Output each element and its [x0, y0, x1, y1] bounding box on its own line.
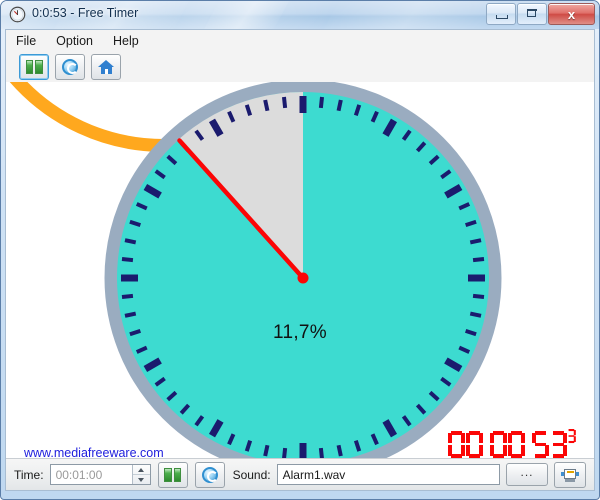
clock-canvas: 11,7% — [6, 82, 594, 491]
minimize-icon — [496, 15, 508, 19]
seg-digit — [532, 431, 549, 458]
glass-streak — [317, 1, 505, 29]
time-spinner-buttons[interactable] — [131, 465, 150, 484]
toolbar-pause-button[interactable] — [19, 54, 49, 80]
maximize-button[interactable] — [517, 3, 547, 25]
menu-item-option[interactable]: Option — [46, 32, 103, 50]
segment-a — [535, 431, 546, 435]
segment-e — [490, 445, 494, 456]
segment-b — [461, 433, 465, 443]
seg-digit — [448, 431, 465, 458]
segment-b — [521, 433, 525, 443]
seg-digit — [466, 431, 483, 458]
spinner-up-button[interactable] — [132, 465, 150, 475]
readout-minutes — [490, 431, 525, 458]
segment-b — [503, 433, 507, 443]
pause-icon — [25, 60, 43, 74]
reset-icon — [62, 59, 78, 75]
readout-tenths — [567, 429, 576, 444]
monitor-icon — [561, 468, 579, 482]
home-icon — [97, 60, 115, 74]
toolbar — [6, 52, 594, 82]
toolbar-home-button[interactable] — [91, 54, 121, 80]
segment-g — [568, 435, 575, 437]
readout-seconds — [532, 431, 567, 458]
minimize-button[interactable] — [486, 3, 516, 25]
free-timer-window: 0:0:53 - Free Timer x File Option Help 1… — [0, 0, 600, 500]
window-title: 0:0:53 - Free Timer — [32, 6, 139, 20]
percent-label: 11,7% — [273, 322, 327, 343]
menu-item-help[interactable]: Help — [103, 32, 149, 50]
reset-icon — [201, 466, 218, 483]
segment-f — [532, 433, 536, 443]
window-controls: x — [486, 3, 595, 25]
time-input[interactable]: 00:01:00 — [50, 465, 132, 484]
seg-digit — [508, 431, 525, 458]
title-bar[interactable]: 0:0:53 - Free Timer x — [1, 1, 599, 29]
segment-g — [553, 443, 564, 446]
status-pause-button[interactable] — [157, 461, 188, 488]
close-button[interactable]: x — [548, 3, 595, 25]
segment-f — [448, 433, 452, 443]
segment-f — [490, 433, 494, 443]
sound-input[interactable]: Alarm1.wav — [276, 464, 500, 485]
client-area: File Option Help 11,7% www.mediafreeware… — [5, 29, 595, 491]
menu-bar: File Option Help — [6, 30, 594, 53]
spinner-down-button[interactable] — [133, 475, 150, 484]
segment-f — [508, 433, 512, 443]
status-reset-button[interactable] — [194, 461, 225, 488]
status-bar: Time: 00:01:00 Sound: Alarm1.wav ... — [6, 458, 594, 490]
readout-hours — [448, 431, 483, 458]
segment-b — [479, 433, 483, 443]
segment-d — [568, 440, 575, 444]
close-icon: x — [567, 6, 576, 22]
seg-digit — [490, 431, 507, 458]
display-toggle-button[interactable] — [554, 461, 586, 488]
toolbar-reset-button[interactable] — [55, 54, 85, 80]
menu-item-file[interactable]: File — [6, 32, 46, 50]
timer-dial[interactable] — [6, 82, 594, 491]
maximize-icon — [526, 8, 537, 17]
browse-button[interactable]: ... — [506, 463, 548, 486]
segment-e — [508, 445, 512, 456]
time-readout — [448, 429, 584, 458]
segment-g — [535, 443, 546, 446]
time-label: Time: — [14, 467, 44, 482]
clock-icon — [9, 6, 26, 23]
seg-digit — [567, 429, 576, 444]
segment-f — [466, 433, 470, 443]
sound-label: Sound: — [232, 467, 271, 482]
pause-icon — [164, 467, 182, 482]
time-stepper[interactable]: 00:01:00 — [49, 464, 151, 485]
seg-digit — [550, 431, 567, 458]
glass-streak — [197, 1, 295, 29]
segment-e — [448, 445, 452, 456]
segment-e — [466, 445, 470, 456]
